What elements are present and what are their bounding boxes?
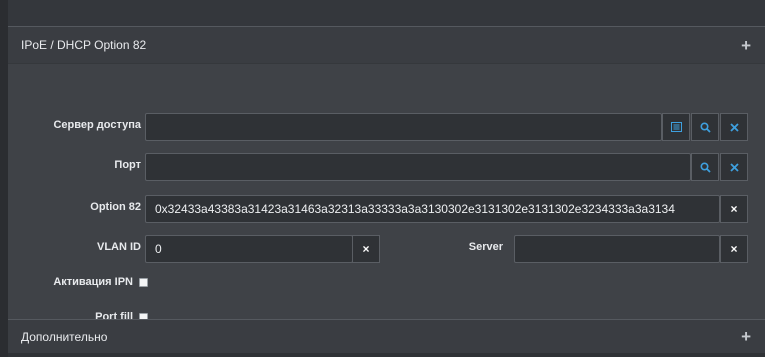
vlan-id-clear-button[interactable]: ×	[352, 235, 380, 263]
ipoe-panel-body: Сервер доступа Порт Option 82 0x32433a43…	[8, 63, 765, 323]
close-icon	[729, 122, 739, 132]
expand-icon[interactable]: +	[741, 37, 751, 54]
extra-panel-header[interactable]: Дополнительно +	[8, 320, 765, 353]
ipn-activation-checkbox[interactable]	[139, 278, 148, 287]
ipn-activation-label: Активация IPN	[53, 276, 133, 288]
vlan-id-input[interactable]: 0	[145, 235, 353, 263]
port-input[interactable]	[145, 153, 691, 181]
option82-input[interactable]: 0x32433a43383a31423a31463a32313a33333a3a…	[145, 195, 720, 223]
server-clear-button[interactable]: ×	[720, 235, 748, 263]
access-server-input[interactable]	[145, 113, 662, 141]
access-server-label: Сервер доступа	[53, 119, 141, 131]
ipoe-panel-title: IPoE / DHCP Option 82	[21, 38, 147, 52]
list-icon	[670, 122, 682, 132]
list-button[interactable]	[662, 113, 690, 141]
option82-label: Option 82	[90, 201, 141, 213]
server-label: Server	[468, 241, 503, 253]
search-icon	[699, 121, 711, 133]
expand-icon[interactable]: +	[741, 328, 751, 345]
vlan-id-label: VLAN ID	[97, 241, 141, 253]
extra-panel: Дополнительно +	[8, 319, 765, 353]
access-server-search-button[interactable]	[691, 113, 719, 141]
ipoe-panel-header[interactable]: IPoE / DHCP Option 82 +	[8, 27, 765, 63]
port-search-button[interactable]	[691, 153, 719, 181]
port-clear-button[interactable]	[720, 153, 748, 181]
bottom-strip	[8, 353, 765, 357]
extra-panel-title: Дополнительно	[21, 329, 108, 344]
server-input[interactable]	[514, 235, 720, 263]
port-label: Порт	[114, 159, 141, 171]
close-icon	[729, 162, 739, 172]
access-server-clear-button[interactable]	[720, 113, 748, 141]
top-strip	[0, 0, 765, 26]
ipoe-panel: IPoE / DHCP Option 82 + Сервер доступа П…	[8, 26, 765, 323]
search-icon	[699, 161, 711, 173]
option82-clear-button[interactable]: ×	[720, 195, 748, 223]
